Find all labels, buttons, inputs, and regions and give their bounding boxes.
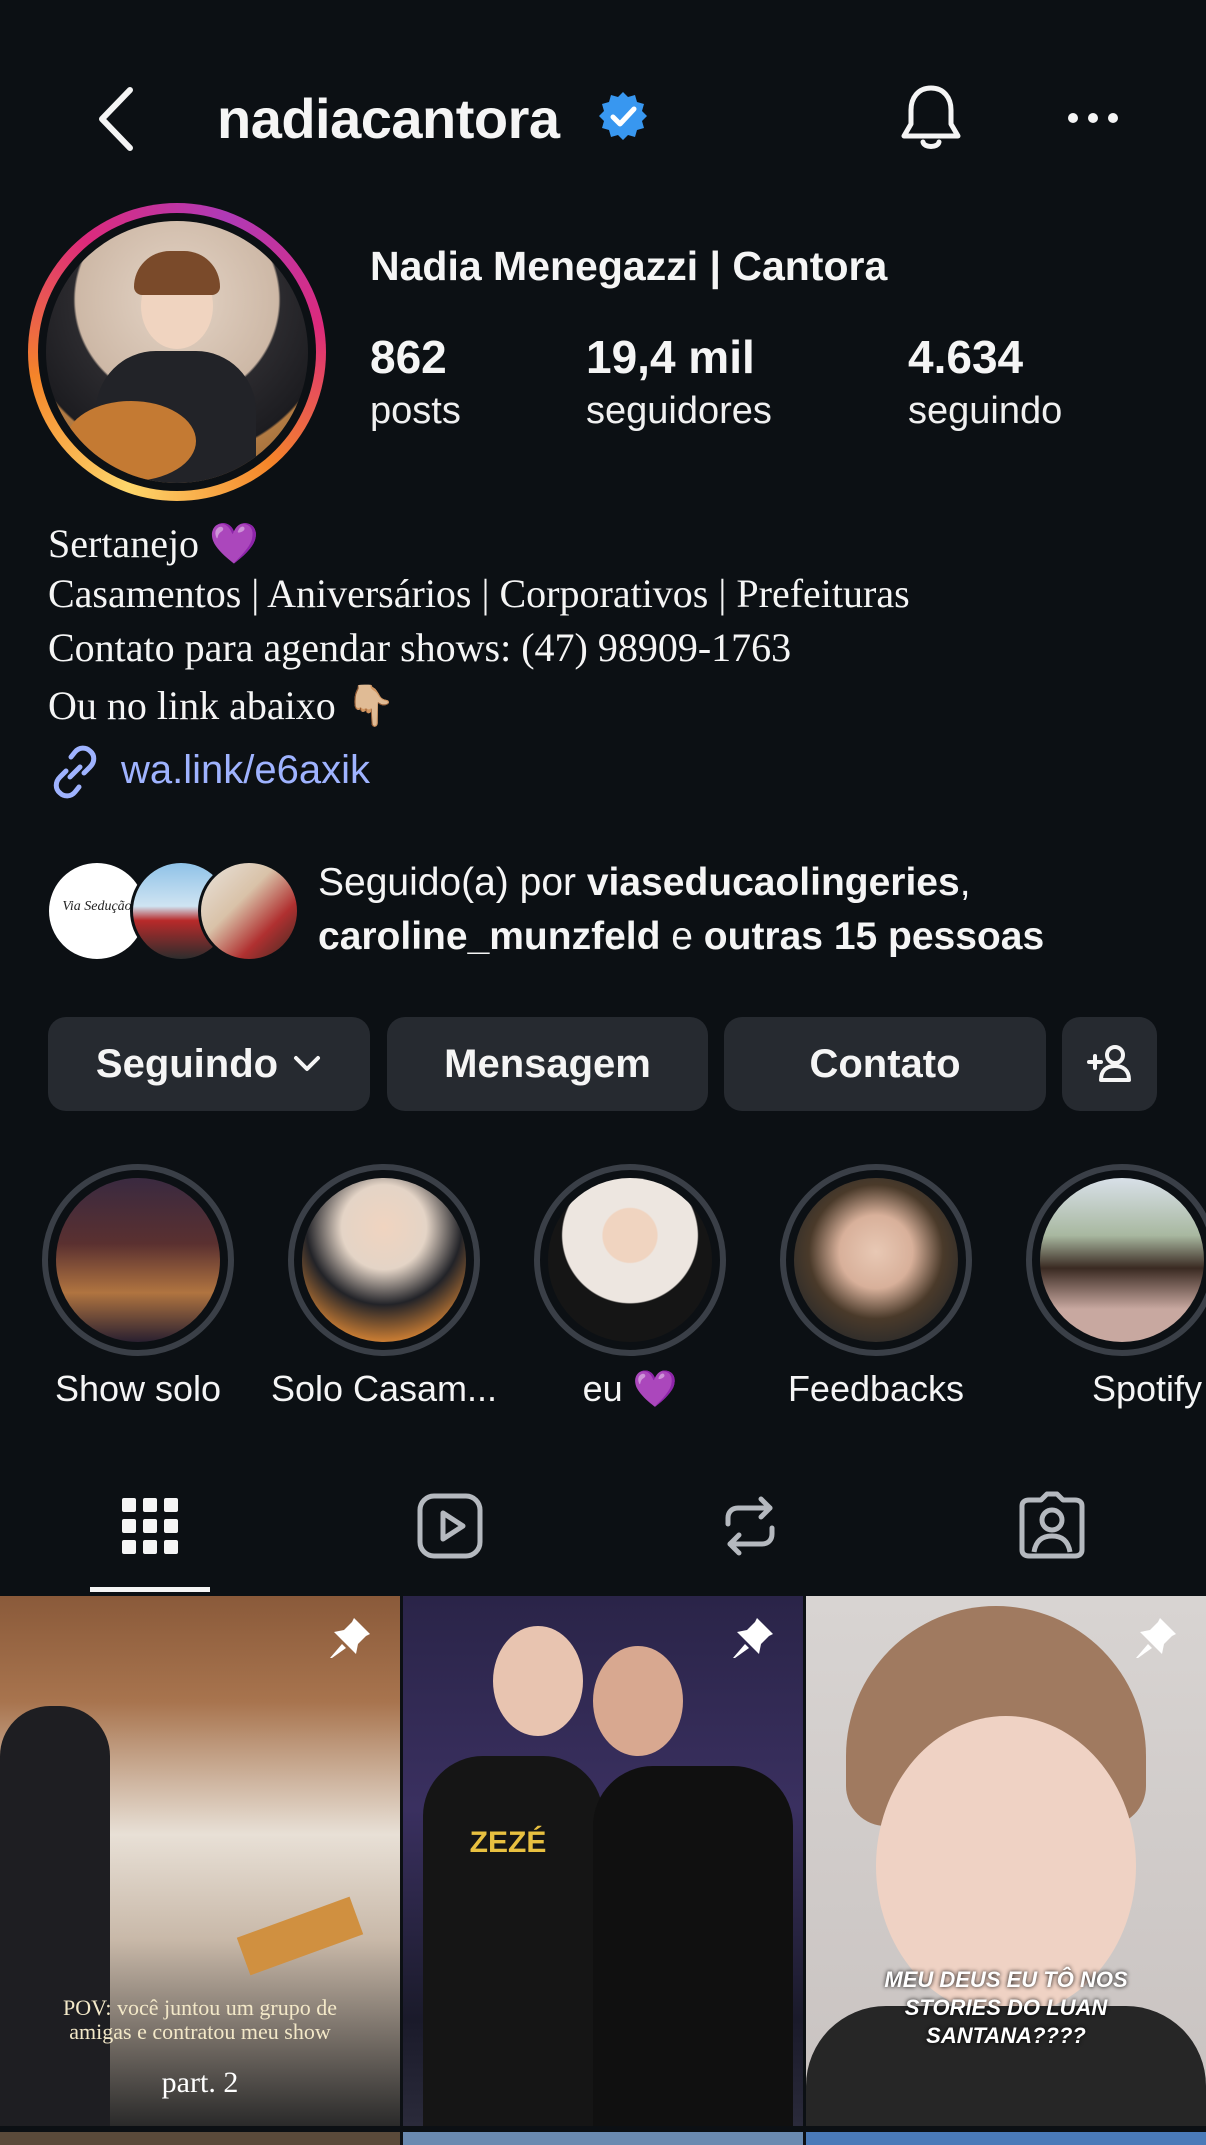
pin-icon (330, 1618, 370, 1658)
highlight-label[interactable]: eu 💜 (510, 1368, 750, 1410)
post-caption: part. 2 (161, 2066, 239, 2099)
message-button[interactable]: Mensagem (387, 1017, 708, 1111)
followed-by-text[interactable]: Seguido(a) por viaseducaolingeries, carol… (318, 856, 1178, 964)
highlight-cover[interactable] (794, 1178, 958, 1342)
more-horizontal-icon (1068, 113, 1118, 123)
highlight-label[interactable]: Feedbacks (756, 1368, 996, 1410)
following-label[interactable]: seguindo (908, 390, 1062, 433)
tab-reposts[interactable] (714, 1490, 786, 1562)
bio-line: Sertanejo 💜 (48, 521, 259, 566)
posts-label[interactable]: posts (370, 390, 461, 433)
post-caption: ZEZÉ (469, 1826, 547, 1859)
verified-badge-icon (597, 90, 649, 142)
profile-avatar[interactable] (46, 221, 308, 483)
mutual-username[interactable]: viaseducaolingeries (587, 861, 960, 904)
pin-icon (1136, 1618, 1176, 1658)
bio-line: Casamentos | Aniversários | Corporativos… (48, 571, 910, 616)
highlight-label[interactable]: Spotify (1002, 1368, 1202, 1410)
tab-tagged[interactable] (1016, 1490, 1088, 1562)
following-button[interactable]: Seguindo (48, 1017, 370, 1111)
bio-line: Contato para agendar shows: (47) 98909-1… (48, 625, 792, 670)
highlight-label[interactable]: Solo Casam... (264, 1368, 504, 1410)
post-tile[interactable]: ZEZÉ (403, 1596, 803, 2126)
more-options-button[interactable] (1066, 100, 1120, 136)
display-name: Nadia Menegazzi | Cantora (370, 243, 888, 289)
post-tile[interactable] (806, 2132, 1206, 2145)
tagged-icon (1019, 1491, 1085, 1559)
post-tile[interactable] (403, 2132, 803, 2145)
reels-icon (417, 1493, 483, 1559)
reposts-icon (725, 1496, 775, 1556)
highlight-cover[interactable] (548, 1178, 712, 1342)
followers-count[interactable]: 19,4 mil (586, 330, 755, 384)
highlight-cover[interactable] (1040, 1178, 1204, 1342)
mutual-follower-avatar[interactable] (198, 860, 300, 962)
mutual-others[interactable]: outras 15 pessoas (704, 915, 1044, 958)
post-tile[interactable]: MEU DEUS EU TÔ NOS STORIES DO LUAN SANTA… (806, 1596, 1206, 2126)
grid-icon (122, 1498, 178, 1554)
add-person-icon (1086, 1045, 1131, 1082)
bio-line: Ou no link abaixo 👇🏼 (48, 683, 396, 728)
posts-count[interactable]: 862 (370, 330, 447, 384)
bell-icon (901, 85, 961, 149)
link-icon (48, 745, 102, 799)
chevron-down-icon (294, 1056, 321, 1071)
tab-reels[interactable] (414, 1490, 486, 1562)
active-tab-indicator (90, 1587, 210, 1592)
profile-username: nadiacantora (217, 87, 560, 150)
pin-icon (733, 1618, 773, 1658)
highlight-label[interactable]: Show solo (18, 1368, 258, 1410)
following-count[interactable]: 4.634 (908, 330, 1023, 384)
back-button[interactable] (92, 84, 142, 154)
tab-posts[interactable] (114, 1490, 186, 1562)
post-tile[interactable]: POV: você juntou um grupo de amigas e co… (0, 1596, 400, 2126)
notifications-button[interactable] (896, 82, 966, 154)
bio-link[interactable]: wa.link/e6axik (121, 748, 370, 793)
highlight-cover[interactable] (302, 1178, 466, 1342)
contact-button[interactable]: Contato (724, 1017, 1046, 1111)
post-caption: MEU DEUS EU TÔ NOS STORIES DO LUAN SANTA… (884, 1967, 1128, 2048)
followers-label[interactable]: seguidores (586, 390, 772, 433)
highlight-cover[interactable] (56, 1178, 220, 1342)
mutual-username[interactable]: caroline_munzfeld (318, 915, 660, 958)
chevron-left-icon (99, 87, 133, 151)
suggest-users-button[interactable] (1062, 1017, 1157, 1111)
post-caption: POV: você juntou um grupo de amigas e co… (63, 1995, 337, 2044)
post-tile[interactable] (0, 2132, 400, 2145)
